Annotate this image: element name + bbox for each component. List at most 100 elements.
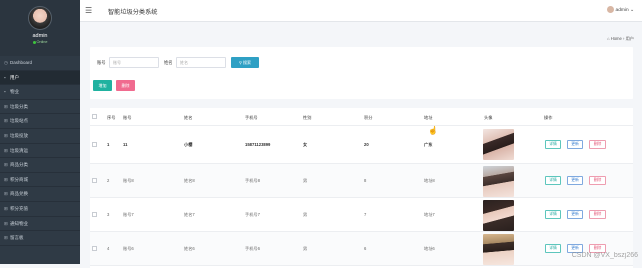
avatar-image: [483, 200, 514, 231]
row-checkbox[interactable]: [92, 246, 97, 251]
column-header-phone[interactable]: 手机号: [245, 115, 258, 121]
cell-gender: 男: [303, 246, 307, 252]
row-checkbox[interactable]: [92, 142, 97, 147]
sidebar-item-garbage-station[interactable]: ⊞垃圾站点: [0, 114, 80, 129]
chevron-down-icon: ⌄: [630, 8, 634, 13]
sidebar-item-points-mall[interactable]: ⊞积分商城: [0, 173, 80, 188]
row-checkbox[interactable]: [92, 212, 97, 217]
select-all-checkbox[interactable]: [92, 114, 97, 119]
account-label: 账号: [97, 60, 106, 66]
sidebar-item-label: 积分商城: [10, 177, 28, 182]
column-header-points[interactable]: 积分: [364, 115, 372, 121]
sidebar-item-dashboard[interactable]: ◷Dashboard: [0, 56, 80, 71]
user-menu[interactable]: admin ⌄: [607, 6, 634, 13]
sidebar-item-garbage-category[interactable]: ⊞垃圾分类: [0, 100, 80, 115]
breadcrumb-separator: ›: [623, 36, 624, 41]
cell-account: 11: [123, 142, 127, 147]
cell-phone: 手机号6: [245, 246, 260, 252]
search-panel: 账号 账号 姓名 姓名 ⚲ 搜索 增加 删除: [90, 47, 633, 99]
breadcrumb-home[interactable]: Home: [611, 36, 622, 41]
table-row[interactable]: 3 账号7 姓名7 手机号7 男 7 地址7 详情 更新 删除: [90, 198, 633, 232]
sidebar-item-garbage-collection[interactable]: ⊞垃圾清运: [0, 144, 80, 159]
cell-gender: 男: [303, 212, 307, 218]
column-header-account[interactable]: 账号: [123, 115, 131, 121]
sidebar-item-notify-property[interactable]: ⊞通知物业: [0, 217, 80, 232]
column-header-address[interactable]: 地址: [424, 115, 432, 121]
cell-address: 地址7: [424, 212, 435, 218]
detail-button[interactable]: 详情: [545, 210, 561, 219]
cell-address: 地址6: [424, 246, 435, 252]
sidebar-item-label: 物业: [10, 89, 19, 94]
user-table: 序号 账号 姓名 手机号 性别 积分 地址 头像 操作 1 11 小樱 1587…: [90, 108, 633, 268]
add-button[interactable]: 增加: [93, 80, 112, 91]
sidebar-item-garbage-dropoff[interactable]: ⊞垃圾投放: [0, 129, 80, 144]
sidebar-item-property[interactable]: ▪物业: [0, 85, 80, 100]
cell-phone: 手机号7: [245, 212, 260, 218]
sidebar-item-product-category[interactable]: ⊞商品分类: [0, 158, 80, 173]
sidebar-item-message-board[interactable]: ⊞留言板: [0, 231, 80, 246]
sidebar-item-product-exchange[interactable]: ⊞商品兑换: [0, 187, 80, 202]
tag-icon: ⊞: [4, 231, 9, 246]
top-bar: ☰ 智能垃圾分类系统 admin ⌄: [80, 0, 642, 22]
detail-button[interactable]: 详情: [545, 244, 561, 253]
cell-name: 姓名6: [184, 246, 195, 252]
sidebar-item-label: 商品分类: [10, 162, 28, 167]
sidebar-item-label: 垃圾分类: [10, 104, 28, 109]
sidebar: admin Online ◷Dashboard ▪用户 ▪物业 ⊞垃圾分类 ⊞垃…: [0, 0, 80, 264]
tag-icon: ⊞: [4, 187, 9, 202]
sidebar-item-label: 积分充值: [10, 206, 28, 211]
cell-address: 地址8: [424, 178, 435, 184]
app-title: 智能垃圾分类系统: [108, 7, 158, 16]
detail-button[interactable]: 详情: [545, 176, 561, 185]
table-row[interactable]: 4 账号6 姓名6 手机号6 男 6 地址6 详情 更新 删除: [90, 232, 633, 266]
user-icon: ▪: [4, 71, 9, 86]
edit-button[interactable]: 更新: [567, 210, 583, 219]
edit-button[interactable]: 更新: [567, 176, 583, 185]
table-row[interactable]: 2 账号8 姓名8 手机号8 男 8 地址8 详情 更新 删除: [90, 164, 633, 198]
avatar-image: [483, 129, 514, 160]
table-row[interactable]: 1 11 小樱 15871123899 女 20 广东 详情 更新 删除: [90, 126, 633, 164]
cell-phone: 手机号8: [245, 178, 260, 184]
column-header-gender[interactable]: 性别: [303, 115, 311, 121]
sidebar-item-label: 留言板: [10, 235, 24, 240]
sidebar-menu: ◷Dashboard ▪用户 ▪物业 ⊞垃圾分类 ⊞垃圾站点 ⊞垃圾投放 ⊞垃圾…: [0, 56, 80, 246]
row-delete-button[interactable]: 删除: [589, 210, 606, 219]
profile-panel: admin Online: [0, 0, 80, 56]
cell-index: 3: [107, 212, 109, 217]
search-button-label: 搜索: [243, 60, 251, 65]
column-header-index[interactable]: 序号: [107, 115, 115, 121]
tag-icon: ⊞: [4, 100, 9, 115]
edit-button[interactable]: 更新: [567, 140, 583, 149]
tag-icon: ⊞: [4, 173, 9, 188]
tag-icon: ⊞: [4, 202, 9, 217]
avatar-image: [483, 166, 514, 197]
row-delete-button[interactable]: 删除: [589, 176, 606, 185]
cell-gender: 男: [303, 178, 307, 184]
column-header-name[interactable]: 姓名: [184, 115, 192, 121]
account-input[interactable]: 账号: [109, 57, 159, 68]
cell-address: 广东: [424, 142, 432, 148]
sidebar-item-label: 用户: [10, 75, 19, 80]
sidebar-item-points-recharge[interactable]: ⊞积分充值: [0, 202, 80, 217]
name-input[interactable]: 姓名: [176, 57, 226, 68]
tag-icon: ⊞: [4, 217, 9, 232]
tag-icon: ⊞: [4, 129, 9, 144]
user-avatar: [607, 6, 614, 13]
avatar-image: [483, 234, 514, 265]
search-button[interactable]: ⚲ 搜索: [231, 57, 259, 68]
delete-button[interactable]: 删除: [116, 80, 135, 91]
breadcrumb-current: 用户: [626, 36, 634, 41]
watermark: CSDN @VX_bszj266: [572, 252, 638, 259]
sidebar-item-label: 通知物业: [10, 221, 28, 226]
column-header-avatar[interactable]: 头像: [484, 115, 492, 121]
sidebar-item-users[interactable]: ▪用户: [0, 71, 80, 86]
cell-account: 账号6: [123, 246, 134, 252]
cell-name: 姓名7: [184, 212, 195, 218]
row-checkbox[interactable]: [92, 178, 97, 183]
cell-phone: 15871123899: [245, 142, 270, 147]
row-delete-button[interactable]: 删除: [589, 140, 606, 149]
avatar[interactable]: [28, 6, 52, 30]
menu-toggle-icon[interactable]: ☰: [85, 6, 92, 15]
cell-name: 小樱: [184, 142, 192, 148]
detail-button[interactable]: 详情: [545, 140, 561, 149]
